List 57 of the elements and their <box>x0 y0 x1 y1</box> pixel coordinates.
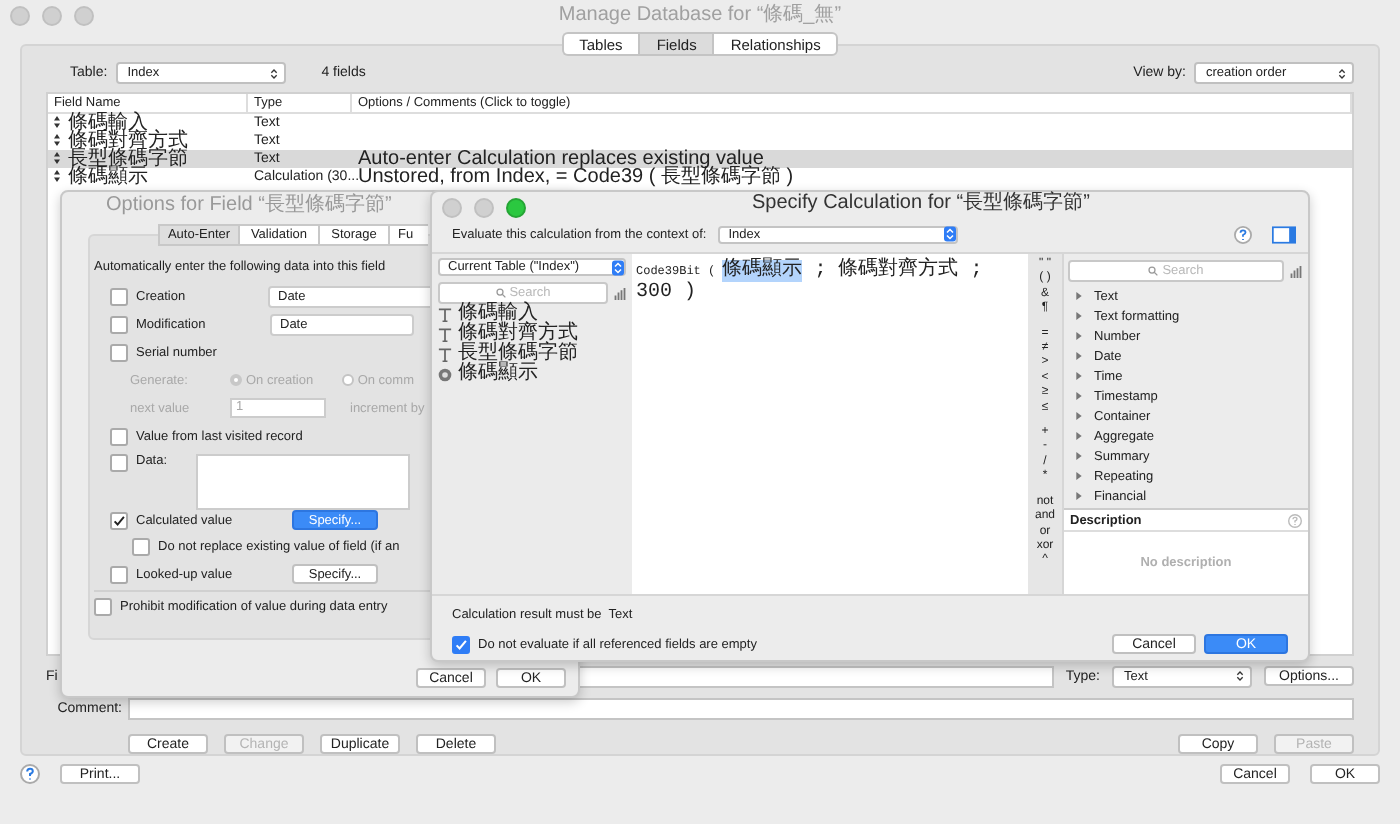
checkbox[interactable] <box>110 454 128 472</box>
up-down-arrows-icon <box>612 259 624 275</box>
field-name: 長型條碼字節 <box>68 149 188 168</box>
help-icon[interactable] <box>1234 225 1252 243</box>
drag-handle-icon[interactable] <box>54 116 60 129</box>
checkbox[interactable] <box>110 511 128 529</box>
field-item[interactable]: 條碼對齊方式 <box>438 324 626 344</box>
checkbox[interactable] <box>94 597 112 615</box>
field-options: Auto-enter Calculation replaces existing value <box>358 149 764 168</box>
field-name: 條碼顯示 <box>68 167 148 186</box>
field-item[interactable]: 條碼顯示 <box>438 364 626 384</box>
up-down-arrows-icon <box>1338 67 1346 80</box>
comment-input[interactable] <box>128 697 1354 720</box>
checkbox[interactable] <box>110 427 128 445</box>
help-icon[interactable] <box>1288 513 1302 527</box>
expand-triangle-icon[interactable] <box>1076 332 1082 340</box>
text-field-icon <box>438 307 452 321</box>
drag-handle-icon[interactable] <box>54 170 60 183</box>
checkbox[interactable] <box>110 315 128 333</box>
field-item[interactable]: 長型條碼字節 <box>438 344 626 364</box>
field-name: 條碼對齊方式 <box>68 131 188 150</box>
window-title: Manage Database for “條碼_無” <box>558 2 842 28</box>
expand-triangle-icon[interactable] <box>1076 392 1082 400</box>
expand-triangle-icon[interactable] <box>1076 412 1082 420</box>
drag-handle-icon[interactable] <box>54 134 60 147</box>
dialog-title: Specify Calculation for “長型條碼字節” <box>752 194 1090 214</box>
help-button[interactable] <box>20 764 40 784</box>
search-icon <box>495 288 506 298</box>
expand-triangle-icon[interactable] <box>1076 452 1082 460</box>
zoom-icon[interactable] <box>506 198 526 218</box>
expand-triangle-icon[interactable] <box>1076 312 1082 320</box>
calculation-field-icon <box>438 367 452 381</box>
expand-triangle-icon[interactable] <box>1076 492 1082 500</box>
up-down-arrows-icon <box>269 67 278 80</box>
field-name: 條碼輸入 <box>68 113 148 132</box>
field-item[interactable]: 條碼輸入 <box>438 304 626 324</box>
checkbox[interactable] <box>132 538 150 556</box>
drag-handle-icon[interactable] <box>54 152 60 165</box>
checkbox[interactable] <box>110 343 128 361</box>
text-field-icon <box>438 347 452 361</box>
sort-icon[interactable] <box>1290 265 1302 277</box>
expand-triangle-icon[interactable] <box>1076 472 1082 480</box>
up-down-arrows-icon <box>944 226 957 242</box>
expand-triangle-icon[interactable] <box>1076 432 1082 440</box>
field-options: Unstored, from Index, = Code39 ( 長型條碼字節 ) <box>358 167 794 186</box>
checkbox[interactable] <box>110 565 128 583</box>
up-down-arrows-icon <box>1236 670 1244 683</box>
panel-toggle-icon[interactable] <box>1272 225 1296 243</box>
expand-triangle-icon[interactable] <box>1076 372 1082 380</box>
checkbox[interactable] <box>452 635 470 653</box>
expand-triangle-icon[interactable] <box>1076 352 1082 360</box>
search-icon <box>1148 266 1159 276</box>
text-field-icon <box>438 327 452 341</box>
expand-triangle-icon[interactable] <box>1076 292 1082 300</box>
dialog-title: Options for Field “長型條碼字節” <box>106 196 392 216</box>
checkbox[interactable] <box>110 287 128 305</box>
sort-icon[interactable] <box>614 287 626 299</box>
